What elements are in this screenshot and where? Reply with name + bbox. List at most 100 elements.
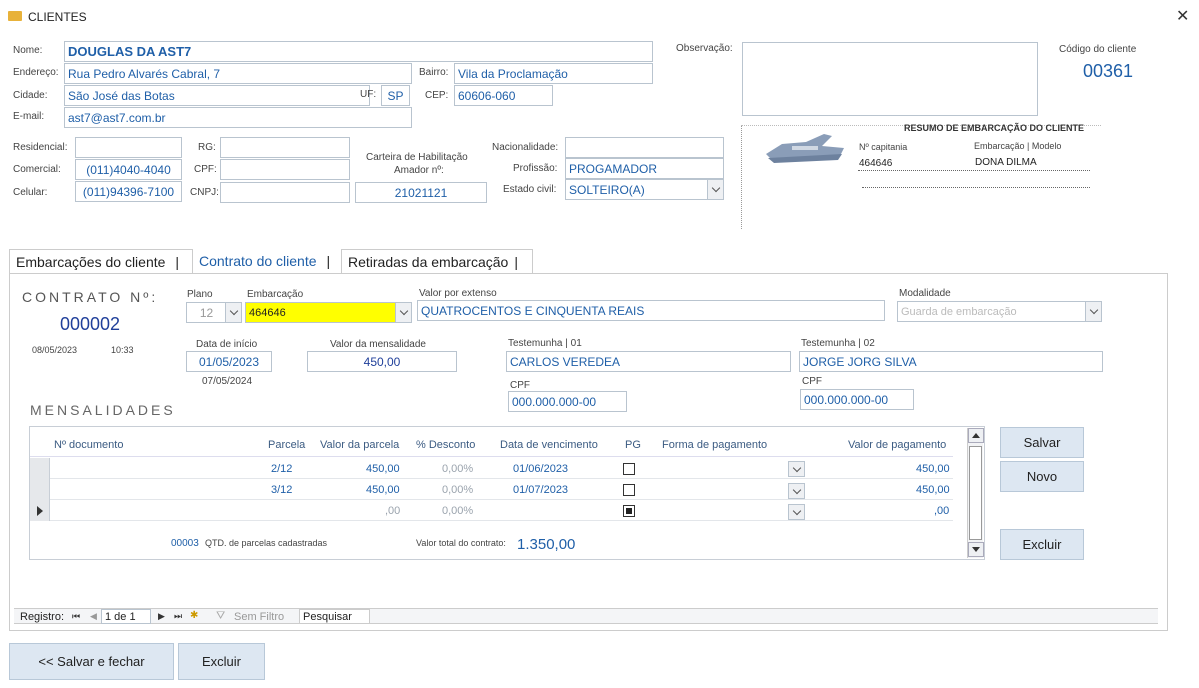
carteira-label-2: Amador nº: bbox=[394, 165, 444, 176]
nacionalidade-field[interactable] bbox=[565, 137, 724, 158]
observacao-field[interactable] bbox=[742, 42, 1038, 116]
row1-forma-select[interactable] bbox=[788, 461, 805, 477]
row1-pagamento: 450,00 bbox=[916, 463, 950, 475]
mensalidade-field[interactable]: 450,00 bbox=[307, 351, 457, 372]
row3-pg-checkbox[interactable] bbox=[623, 505, 635, 517]
test1-field[interactable]: CARLOS VEREDEA bbox=[506, 351, 791, 372]
tab-retiradas[interactable]: Retiradas da embarcação | bbox=[341, 249, 533, 273]
test1-cpf-field[interactable]: 000.000.000-00 bbox=[508, 391, 627, 412]
row1-desconto: 0,00% bbox=[442, 463, 474, 475]
uf-label: UF: bbox=[360, 89, 377, 100]
row1-forma-dropdown-icon[interactable] bbox=[789, 462, 804, 476]
contrato-data: 08/05/2023 bbox=[32, 345, 78, 355]
row2-vencimento: 01/07/2023 bbox=[513, 484, 569, 496]
jetski-icon bbox=[762, 130, 848, 166]
estado-civil-select[interactable]: SOLTEIRO(A) bbox=[565, 179, 724, 200]
nome-label: Nome: bbox=[13, 45, 43, 56]
modelo-value: DONA DILMA bbox=[975, 157, 1037, 168]
close-icon[interactable]: ✕ bbox=[1176, 6, 1189, 26]
embarcacao-value: 464646 bbox=[249, 307, 286, 319]
row-selector[interactable] bbox=[30, 479, 50, 500]
scroll-thumb[interactable] bbox=[969, 446, 982, 540]
pesquisar-field[interactable]: Pesquisar bbox=[299, 609, 370, 624]
cep-field[interactable]: 60606-060 bbox=[454, 85, 553, 106]
comercial-label: Comercial: bbox=[13, 164, 61, 175]
total-label: Valor total do contrato: bbox=[416, 538, 506, 548]
nacionalidade-label: Nacionalidade: bbox=[492, 142, 559, 153]
residencial-field[interactable] bbox=[75, 137, 182, 158]
row-selector[interactable] bbox=[30, 458, 50, 479]
row2-forma-dropdown-icon[interactable] bbox=[789, 484, 804, 498]
excluir-bottom-button[interactable]: Excluir bbox=[178, 643, 265, 680]
row1-vencimento: 01/06/2023 bbox=[513, 463, 569, 475]
excluir-button[interactable]: Excluir bbox=[1000, 529, 1084, 560]
test2-field[interactable]: JORGE JORG SILVA bbox=[799, 351, 1103, 372]
row1-pg-checkbox[interactable] bbox=[623, 463, 635, 475]
grid-header-band bbox=[30, 427, 953, 457]
row2-forma-select[interactable] bbox=[788, 483, 805, 499]
cep-label: CEP: bbox=[425, 90, 449, 101]
record-field[interactable]: 1 de 1 bbox=[101, 609, 151, 624]
nome-field[interactable]: DOUGLAS DA AST7 bbox=[64, 41, 653, 62]
table-row[interactable] bbox=[30, 500, 953, 521]
endereco-field[interactable]: Rua Pedro Alvarés Cabral, 7 bbox=[64, 63, 412, 84]
bairro-field[interactable]: Vila da Proclamação bbox=[454, 63, 653, 84]
embarcacao-dropdown-icon[interactable] bbox=[395, 303, 411, 322]
row2-pg-checkbox[interactable] bbox=[623, 484, 635, 496]
embarcacao-select[interactable]: 464646 bbox=[245, 302, 412, 323]
tab-contrato[interactable]: Contrato do cliente | bbox=[193, 249, 341, 273]
scroll-up-icon[interactable] bbox=[968, 428, 984, 443]
plano-select[interactable]: 12 bbox=[186, 302, 242, 323]
codigo-value: 00361 bbox=[1083, 61, 1134, 81]
first-record-icon[interactable]: ⏮ bbox=[72, 611, 80, 622]
profissao-field[interactable]: PROGAMADOR bbox=[565, 158, 724, 179]
cnpj-field[interactable] bbox=[220, 182, 350, 203]
table-row[interactable] bbox=[30, 479, 953, 500]
contrato-numero: 000002 bbox=[60, 314, 121, 334]
salvar-fechar-button[interactable]: << Salvar e fechar bbox=[9, 643, 174, 680]
table-row[interactable] bbox=[30, 458, 953, 479]
modalidade-select[interactable]: Guarda de embarcação bbox=[897, 301, 1102, 322]
new-record-icon[interactable]: ✱ bbox=[190, 610, 198, 621]
capitania-value: 464646 bbox=[859, 158, 893, 169]
novo-button[interactable]: Novo bbox=[1000, 461, 1084, 492]
estado-civil-dropdown-icon[interactable] bbox=[707, 180, 723, 199]
col-desconto: % Desconto bbox=[416, 439, 476, 451]
row3-forma-select[interactable] bbox=[788, 504, 805, 520]
plano-dropdown-icon[interactable] bbox=[225, 303, 241, 322]
total-value: 1.350,00 bbox=[517, 536, 576, 553]
carteira-field[interactable]: 21021121 bbox=[355, 182, 487, 203]
test2-cpf-field[interactable]: 000.000.000-00 bbox=[800, 389, 914, 410]
modalidade-dropdown-icon[interactable] bbox=[1085, 302, 1101, 321]
test2-label: Testemunha | 02 bbox=[801, 338, 875, 349]
tab-embarcacoes[interactable]: Embarcações do cliente | bbox=[9, 249, 193, 273]
extenso-field[interactable]: QUATROCENTOS E CINQUENTA REAIS bbox=[417, 300, 885, 321]
email-field[interactable]: ast7@ast7.com.br bbox=[64, 107, 412, 128]
inicio-label: Data de início bbox=[196, 339, 258, 350]
filter-icon[interactable]: ⛛ bbox=[216, 610, 225, 623]
last-record-icon[interactable]: ⏭ bbox=[174, 611, 182, 622]
prev-record-icon[interactable]: ◀ bbox=[90, 611, 97, 622]
sem-filtro-label[interactable]: Sem Filtro bbox=[234, 611, 284, 623]
window-title: CLIENTES bbox=[28, 10, 87, 24]
scroll-down-icon[interactable] bbox=[968, 542, 984, 557]
grid-scrollbar[interactable] bbox=[967, 428, 984, 558]
comercial-field[interactable]: (011)4040-4040 bbox=[75, 159, 182, 180]
embarcacao-label: Embarcação bbox=[247, 289, 304, 300]
row2-parcela: 3/12 bbox=[271, 484, 293, 496]
mensalidades-title: MENSALIDADES bbox=[30, 402, 176, 418]
next-record-icon[interactable]: ▶ bbox=[158, 611, 165, 622]
cpf-field[interactable] bbox=[220, 159, 350, 180]
mensalidade-label: Valor da mensalidade bbox=[330, 339, 426, 350]
inicio-field[interactable]: 01/05/2023 bbox=[186, 351, 272, 372]
profissao-label: Profissão: bbox=[513, 163, 558, 174]
salvar-button[interactable]: Salvar bbox=[1000, 427, 1084, 458]
resumo-line-2 bbox=[862, 187, 1090, 188]
row-selector-current[interactable] bbox=[30, 500, 50, 521]
cidade-field[interactable]: São José das Botas bbox=[64, 85, 370, 106]
rg-field[interactable] bbox=[220, 137, 350, 158]
uf-field[interactable]: SP bbox=[381, 85, 410, 106]
carteira-label-1: Carteira de Habilitação bbox=[366, 152, 468, 163]
celular-field[interactable]: (011)94396-7100 bbox=[75, 181, 182, 202]
row3-forma-dropdown-icon[interactable] bbox=[789, 505, 804, 519]
